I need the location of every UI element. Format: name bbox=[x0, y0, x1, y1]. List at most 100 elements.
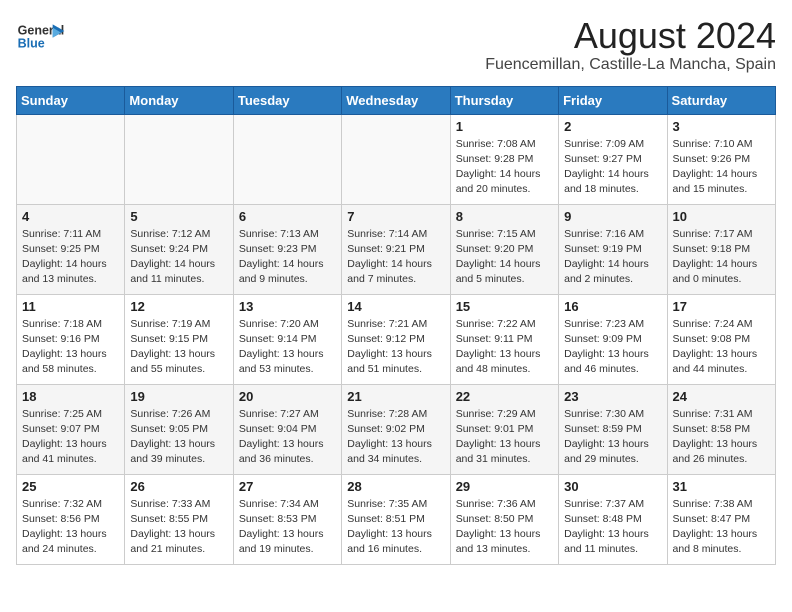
day-info: Sunrise: 7:23 AMSunset: 9:09 PMDaylight:… bbox=[564, 317, 661, 378]
calendar-cell: 28Sunrise: 7:35 AMSunset: 8:51 PMDayligh… bbox=[342, 474, 450, 564]
day-number: 20 bbox=[239, 389, 336, 404]
calendar-cell bbox=[17, 114, 125, 204]
day-number: 2 bbox=[564, 119, 661, 134]
day-number: 31 bbox=[673, 479, 770, 494]
logo-icon: General Blue bbox=[16, 16, 66, 56]
calendar-cell: 29Sunrise: 7:36 AMSunset: 8:50 PMDayligh… bbox=[450, 474, 558, 564]
day-number: 10 bbox=[673, 209, 770, 224]
calendar-cell: 8 Sunrise: 7:15 AMSunset: 9:20 PMDaylight… bbox=[450, 204, 558, 294]
day-info: Sunrise: 7:34 AMSunset: 8:53 PMDaylight:… bbox=[239, 497, 336, 558]
day-number: 22 bbox=[456, 389, 553, 404]
day-number: 30 bbox=[564, 479, 661, 494]
day-info: Sunrise: 7:08 AMSunset: 9:28 PMDaylight:… bbox=[456, 137, 553, 198]
day-number: 4 bbox=[22, 209, 119, 224]
day-number: 27 bbox=[239, 479, 336, 494]
calendar-cell: 31 Sunrise: 7:38 AMSunset: 8:47 PMDayligh… bbox=[667, 474, 775, 564]
calendar-cell: 10 Sunrise: 7:17 AMSunset: 9:18 PMDayligh… bbox=[667, 204, 775, 294]
calendar-week-row: 18 Sunrise: 7:25 AMSunset: 9:07 PMDayligh… bbox=[17, 384, 776, 474]
day-info: Sunrise: 7:37 AMSunset: 8:48 PMDaylight:… bbox=[564, 497, 661, 558]
day-of-week-header: Wednesday bbox=[342, 86, 450, 114]
day-info: Sunrise: 7:25 AMSunset: 9:07 PMDaylight:… bbox=[22, 407, 119, 468]
calendar-cell: 6 Sunrise: 7:13 AMSunset: 9:23 PMDaylight… bbox=[233, 204, 341, 294]
calendar-cell bbox=[342, 114, 450, 204]
calendar-cell: 18 Sunrise: 7:25 AMSunset: 9:07 PMDayligh… bbox=[17, 384, 125, 474]
day-of-week-header: Friday bbox=[559, 86, 667, 114]
day-info: Sunrise: 7:36 AMSunset: 8:50 PMDaylight:… bbox=[456, 497, 553, 558]
day-number: 1 bbox=[456, 119, 553, 134]
calendar-cell: 30 Sunrise: 7:37 AMSunset: 8:48 PMDayligh… bbox=[559, 474, 667, 564]
day-number: 26 bbox=[130, 479, 227, 494]
calendar-table: SundayMondayTuesdayWednesdayThursdayFrid… bbox=[16, 86, 776, 565]
calendar-cell: 11 Sunrise: 7:18 AMSunset: 9:16 PMDayligh… bbox=[17, 294, 125, 384]
day-number: 21 bbox=[347, 389, 444, 404]
day-info: Sunrise: 7:22 AMSunset: 9:11 PMDaylight:… bbox=[456, 317, 553, 378]
calendar-cell: 24Sunrise: 7:31 AMSunset: 8:58 PMDayligh… bbox=[667, 384, 775, 474]
day-info: Sunrise: 7:15 AMSunset: 9:20 PMDaylight:… bbox=[456, 227, 553, 288]
day-info: Sunrise: 7:10 AMSunset: 9:26 PMDaylight:… bbox=[673, 137, 770, 198]
day-info: Sunrise: 7:20 AMSunset: 9:14 PMDaylight:… bbox=[239, 317, 336, 378]
calendar-cell: 9 Sunrise: 7:16 AMSunset: 9:19 PMDaylight… bbox=[559, 204, 667, 294]
day-info: Sunrise: 7:21 AMSunset: 9:12 PMDaylight:… bbox=[347, 317, 444, 378]
day-info: Sunrise: 7:27 AMSunset: 9:04 PMDaylight:… bbox=[239, 407, 336, 468]
calendar-week-row: 1 Sunrise: 7:08 AMSunset: 9:28 PMDaylight… bbox=[17, 114, 776, 204]
day-info: Sunrise: 7:30 AMSunset: 8:59 PMDaylight:… bbox=[564, 407, 661, 468]
day-number: 9 bbox=[564, 209, 661, 224]
day-number: 13 bbox=[239, 299, 336, 314]
day-info: Sunrise: 7:14 AMSunset: 9:21 PMDaylight:… bbox=[347, 227, 444, 288]
calendar-cell: 16 Sunrise: 7:23 AMSunset: 9:09 PMDayligh… bbox=[559, 294, 667, 384]
calendar-cell: 23 Sunrise: 7:30 AMSunset: 8:59 PMDayligh… bbox=[559, 384, 667, 474]
calendar-cell: 22Sunrise: 7:29 AMSunset: 9:01 PMDayligh… bbox=[450, 384, 558, 474]
day-of-week-header: Tuesday bbox=[233, 86, 341, 114]
day-info: Sunrise: 7:17 AMSunset: 9:18 PMDaylight:… bbox=[673, 227, 770, 288]
calendar-cell bbox=[125, 114, 233, 204]
day-info: Sunrise: 7:19 AMSunset: 9:15 PMDaylight:… bbox=[130, 317, 227, 378]
day-number: 17 bbox=[673, 299, 770, 314]
calendar-cell: 5Sunrise: 7:12 AMSunset: 9:24 PMDaylight… bbox=[125, 204, 233, 294]
day-number: 14 bbox=[347, 299, 444, 314]
day-of-week-header: Saturday bbox=[667, 86, 775, 114]
day-info: Sunrise: 7:18 AMSunset: 9:16 PMDaylight:… bbox=[22, 317, 119, 378]
day-of-week-header: Thursday bbox=[450, 86, 558, 114]
day-number: 11 bbox=[22, 299, 119, 314]
day-of-week-header: Sunday bbox=[17, 86, 125, 114]
day-info: Sunrise: 7:11 AMSunset: 9:25 PMDaylight:… bbox=[22, 227, 119, 288]
day-number: 19 bbox=[130, 389, 227, 404]
day-number: 18 bbox=[22, 389, 119, 404]
day-number: 3 bbox=[673, 119, 770, 134]
calendar-header-row: SundayMondayTuesdayWednesdayThursdayFrid… bbox=[17, 86, 776, 114]
day-info: Sunrise: 7:13 AMSunset: 9:23 PMDaylight:… bbox=[239, 227, 336, 288]
page-title: August 2024 bbox=[485, 16, 776, 56]
day-number: 15 bbox=[456, 299, 553, 314]
day-info: Sunrise: 7:38 AMSunset: 8:47 PMDaylight:… bbox=[673, 497, 770, 558]
calendar-cell: 1 Sunrise: 7:08 AMSunset: 9:28 PMDaylight… bbox=[450, 114, 558, 204]
day-number: 12 bbox=[130, 299, 227, 314]
day-number: 6 bbox=[239, 209, 336, 224]
calendar-cell: 25Sunrise: 7:32 AMSunset: 8:56 PMDayligh… bbox=[17, 474, 125, 564]
calendar-cell: 15 Sunrise: 7:22 AMSunset: 9:11 PMDayligh… bbox=[450, 294, 558, 384]
day-info: Sunrise: 7:12 AMSunset: 9:24 PMDaylight:… bbox=[130, 227, 227, 288]
title-block: August 2024 Fuencemillan, Castille-La Ma… bbox=[485, 16, 776, 74]
header: General Blue August 2024 Fuencemillan, C… bbox=[16, 16, 776, 74]
day-info: Sunrise: 7:16 AMSunset: 9:19 PMDaylight:… bbox=[564, 227, 661, 288]
calendar-cell: 14 Sunrise: 7:21 AMSunset: 9:12 PMDayligh… bbox=[342, 294, 450, 384]
svg-text:Blue: Blue bbox=[18, 37, 45, 51]
calendar-cell: 13 Sunrise: 7:20 AMSunset: 9:14 PMDayligh… bbox=[233, 294, 341, 384]
page-subtitle: Fuencemillan, Castille-La Mancha, Spain bbox=[485, 56, 776, 74]
logo: General Blue bbox=[16, 16, 66, 56]
day-info: Sunrise: 7:09 AMSunset: 9:27 PMDaylight:… bbox=[564, 137, 661, 198]
calendar-cell: 4 Sunrise: 7:11 AMSunset: 9:25 PMDaylight… bbox=[17, 204, 125, 294]
calendar-week-row: 25Sunrise: 7:32 AMSunset: 8:56 PMDayligh… bbox=[17, 474, 776, 564]
day-info: Sunrise: 7:32 AMSunset: 8:56 PMDaylight:… bbox=[22, 497, 119, 558]
calendar-cell: 12 Sunrise: 7:19 AMSunset: 9:15 PMDayligh… bbox=[125, 294, 233, 384]
day-info: Sunrise: 7:33 AMSunset: 8:55 PMDaylight:… bbox=[130, 497, 227, 558]
calendar-cell: 27 Sunrise: 7:34 AMSunset: 8:53 PMDayligh… bbox=[233, 474, 341, 564]
day-info: Sunrise: 7:31 AMSunset: 8:58 PMDaylight:… bbox=[673, 407, 770, 468]
day-number: 8 bbox=[456, 209, 553, 224]
calendar-cell: 7Sunrise: 7:14 AMSunset: 9:21 PMDaylight… bbox=[342, 204, 450, 294]
day-info: Sunrise: 7:28 AMSunset: 9:02 PMDaylight:… bbox=[347, 407, 444, 468]
calendar-body: 1 Sunrise: 7:08 AMSunset: 9:28 PMDaylight… bbox=[17, 114, 776, 564]
calendar-cell: 17Sunrise: 7:24 AMSunset: 9:08 PMDayligh… bbox=[667, 294, 775, 384]
day-number: 23 bbox=[564, 389, 661, 404]
day-number: 16 bbox=[564, 299, 661, 314]
day-info: Sunrise: 7:26 AMSunset: 9:05 PMDaylight:… bbox=[130, 407, 227, 468]
